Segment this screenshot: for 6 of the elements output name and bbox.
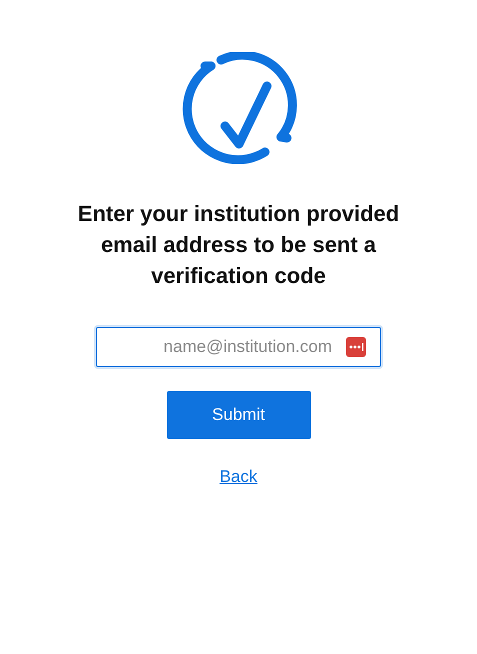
email-field[interactable]: name@institution.com (96, 327, 381, 367)
password-manager-icon[interactable] (346, 337, 366, 357)
verified-check-icon (180, 52, 298, 164)
back-link[interactable]: Back (220, 467, 258, 487)
submit-button[interactable]: Submit (166, 391, 310, 439)
instruction-heading: Enter your institution provided email address to be sent a verification code (76, 200, 400, 290)
